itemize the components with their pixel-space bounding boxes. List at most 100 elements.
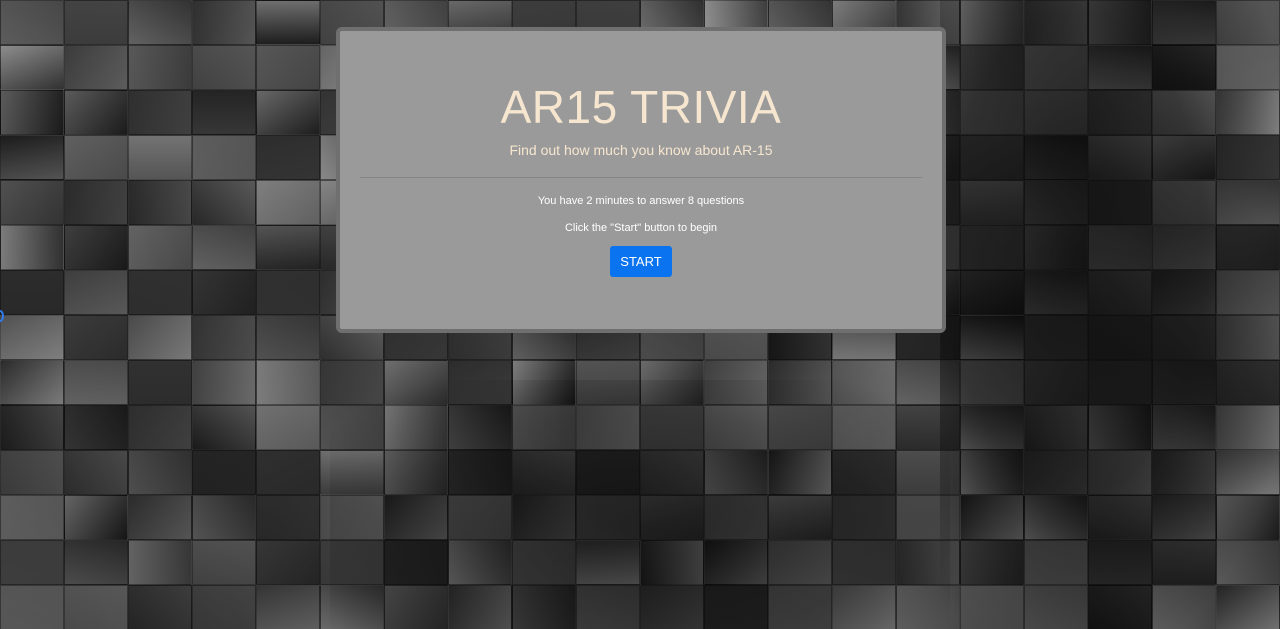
mosaic-photo-tile bbox=[832, 450, 896, 495]
mosaic-photo-tile bbox=[704, 540, 768, 585]
mosaic-photo-tile bbox=[768, 585, 832, 629]
mosaic-photo-tile bbox=[0, 360, 64, 405]
mosaic-photo-tile bbox=[1024, 540, 1088, 585]
start-button[interactable]: START bbox=[610, 246, 672, 277]
mosaic-photo-tile bbox=[128, 315, 192, 360]
mosaic-photo-tile bbox=[1216, 360, 1280, 405]
mosaic-photo-tile bbox=[896, 360, 960, 405]
mosaic-photo-tile bbox=[128, 495, 192, 540]
mosaic-photo-tile bbox=[64, 45, 128, 90]
mosaic-photo-tile bbox=[192, 180, 256, 225]
mosaic-photo-tile bbox=[576, 450, 640, 495]
divider bbox=[360, 177, 922, 178]
mosaic-photo-tile bbox=[64, 585, 128, 629]
mosaic-photo-tile bbox=[1088, 495, 1152, 540]
mosaic-photo-tile bbox=[384, 540, 448, 585]
mosaic-photo-tile bbox=[320, 450, 384, 495]
mosaic-photo-tile bbox=[0, 270, 64, 315]
mosaic-photo-tile bbox=[896, 450, 960, 495]
mosaic-photo-tile bbox=[1024, 360, 1088, 405]
mosaic-photo-tile bbox=[0, 315, 64, 360]
mosaic-photo-tile bbox=[640, 585, 704, 629]
mosaic-photo-tile bbox=[896, 540, 960, 585]
mosaic-photo-tile bbox=[704, 360, 768, 405]
mosaic-photo-tile bbox=[320, 495, 384, 540]
mosaic-photo-tile bbox=[64, 135, 128, 180]
mosaic-photo-tile bbox=[1216, 0, 1280, 45]
mosaic-photo-tile bbox=[1216, 540, 1280, 585]
mosaic-photo-tile bbox=[256, 90, 320, 135]
mosaic-photo-tile bbox=[1088, 90, 1152, 135]
mosaic-photo-tile bbox=[576, 495, 640, 540]
mosaic-photo-tile bbox=[1216, 405, 1280, 450]
mosaic-photo-tile bbox=[64, 540, 128, 585]
mosaic-photo-tile bbox=[384, 360, 448, 405]
mosaic-photo-tile bbox=[768, 405, 832, 450]
mosaic-photo-tile bbox=[256, 315, 320, 360]
mosaic-photo-tile bbox=[1024, 450, 1088, 495]
mosaic-photo-tile bbox=[0, 450, 64, 495]
mosaic-photo-tile bbox=[960, 315, 1024, 360]
mosaic-photo-tile bbox=[1152, 180, 1216, 225]
mosaic-photo-tile bbox=[1024, 0, 1088, 45]
mosaic-photo-tile bbox=[960, 540, 1024, 585]
mosaic-photo-tile bbox=[256, 495, 320, 540]
mosaic-photo-tile bbox=[1088, 585, 1152, 629]
mosaic-photo-tile bbox=[320, 405, 384, 450]
mosaic-photo-tile bbox=[192, 225, 256, 270]
mosaic-photo-tile bbox=[0, 225, 64, 270]
mosaic-photo-tile bbox=[640, 450, 704, 495]
mosaic-photo-tile bbox=[1088, 270, 1152, 315]
mosaic-photo-tile bbox=[0, 540, 64, 585]
mosaic-photo-tile bbox=[512, 360, 576, 405]
mosaic-photo-tile bbox=[704, 585, 768, 629]
mosaic-photo-tile bbox=[1216, 225, 1280, 270]
mosaic-photo-tile bbox=[256, 0, 320, 45]
mosaic-photo-tile bbox=[1088, 135, 1152, 180]
mosaic-photo-tile bbox=[256, 540, 320, 585]
mosaic-photo-tile bbox=[1024, 270, 1088, 315]
mosaic-photo-tile bbox=[768, 360, 832, 405]
mosaic-photo-tile bbox=[128, 225, 192, 270]
mosaic-photo-tile bbox=[192, 585, 256, 629]
mosaic-photo-tile bbox=[960, 180, 1024, 225]
mosaic-photo-tile bbox=[64, 90, 128, 135]
mosaic-photo-tile bbox=[1216, 495, 1280, 540]
mosaic-photo-tile bbox=[64, 270, 128, 315]
mosaic-photo-tile bbox=[64, 315, 128, 360]
mosaic-photo-tile bbox=[1152, 540, 1216, 585]
mosaic-photo-tile bbox=[64, 360, 128, 405]
mosaic-photo-tile bbox=[192, 450, 256, 495]
mosaic-photo-tile bbox=[1152, 405, 1216, 450]
mosaic-photo-tile bbox=[192, 45, 256, 90]
mosaic-photo-tile bbox=[960, 495, 1024, 540]
mosaic-photo-tile bbox=[448, 585, 512, 629]
mosaic-photo-tile bbox=[192, 135, 256, 180]
page: AR15 TRIVIA Find out how much you know a… bbox=[0, 0, 1280, 629]
quiz-title: AR15 TRIVIA bbox=[500, 81, 782, 133]
mosaic-photo-tile bbox=[832, 540, 896, 585]
mosaic-photo-tile bbox=[576, 585, 640, 629]
mosaic-photo-tile bbox=[832, 495, 896, 540]
mosaic-photo-tile bbox=[960, 360, 1024, 405]
mosaic-photo-tile bbox=[1088, 180, 1152, 225]
mosaic-photo-tile bbox=[1216, 450, 1280, 495]
mosaic-photo-tile bbox=[1152, 135, 1216, 180]
mosaic-photo-tile bbox=[128, 450, 192, 495]
mosaic-photo-tile bbox=[576, 405, 640, 450]
mosaic-photo-tile bbox=[64, 180, 128, 225]
mosaic-photo-tile bbox=[896, 405, 960, 450]
mosaic-photo-tile bbox=[192, 0, 256, 45]
mosaic-photo-tile bbox=[512, 405, 576, 450]
mosaic-photo-tile bbox=[192, 405, 256, 450]
mosaic-photo-tile bbox=[320, 360, 384, 405]
mosaic-photo-tile bbox=[1152, 495, 1216, 540]
mosaic-photo-tile bbox=[1152, 225, 1216, 270]
mosaic-photo-tile bbox=[384, 405, 448, 450]
mosaic-photo-tile bbox=[128, 405, 192, 450]
mosaic-photo-tile bbox=[1024, 405, 1088, 450]
mosaic-photo-tile bbox=[0, 135, 64, 180]
mosaic-photo-tile bbox=[512, 450, 576, 495]
mosaic-photo-tile bbox=[576, 540, 640, 585]
mosaic-photo-tile bbox=[640, 495, 704, 540]
